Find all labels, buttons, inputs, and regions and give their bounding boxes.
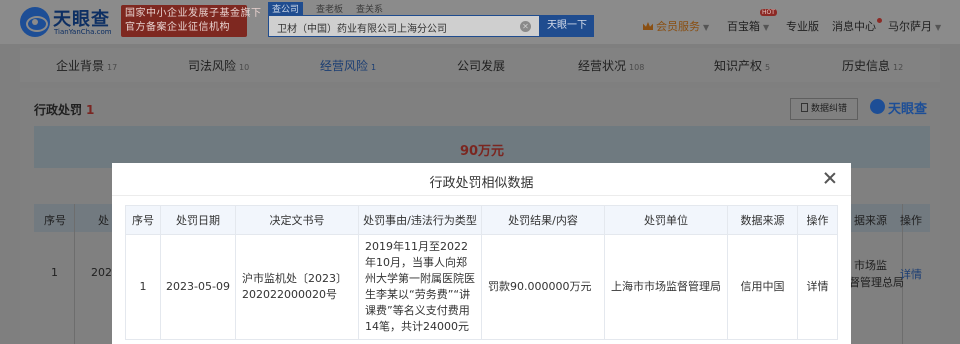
top-header: 天眼查 TianYanCha.com 国家中小企业发展子基金旗下 官方备案企业征… — [0, 0, 960, 44]
column-header: 决定文书号 — [235, 205, 359, 235]
tab-count: 17 — [107, 63, 118, 72]
treasure-label: 百宝箱 — [727, 20, 760, 33]
tab-count: 1 — [371, 63, 377, 72]
tab-intellectual-property[interactable]: 知识产权 5 — [714, 57, 770, 74]
column-header: 处罚结果/内容 — [481, 205, 605, 235]
section-count: 1 — [86, 103, 95, 117]
column-header: 操作 — [797, 205, 838, 235]
crown-icon — [643, 22, 653, 30]
cell-doc-number: 沪市监机处〔2023〕 202022000020号 — [235, 234, 359, 340]
logo-domain: TianYanCha.com — [54, 28, 112, 36]
tab-label: 经营状况 — [578, 59, 627, 73]
cell-source: 信用中国 — [727, 234, 798, 340]
column-header: 序号 — [125, 205, 161, 235]
user-menu[interactable]: 马尔萨月 ▼ — [888, 18, 941, 34]
cell-unit: 上海市市场监督管理局 — [604, 234, 728, 340]
data-correction-button[interactable]: 数据纠错 — [790, 98, 858, 120]
column-header: 处罚单位 — [604, 205, 728, 235]
company-tab-bar: 企业背景 17 司法风险 10 经营风险 1 公司发展 经营状况 108 知识产权 5 历… — [20, 48, 940, 82]
header-seq: 序号 — [44, 214, 66, 227]
doc-number-line-2: 202022000020号 — [242, 288, 337, 301]
doc-number-line-1: 沪市监机处〔2023〕 — [242, 272, 347, 285]
clear-icon[interactable]: ✕ — [520, 21, 531, 32]
tab-label: 知识产权 — [714, 59, 763, 73]
search-tab-boss[interactable]: 查老板 — [316, 2, 343, 15]
search-tab-company[interactable]: 查公司 — [268, 2, 304, 15]
chevron-down-icon: ▼ — [935, 23, 942, 32]
hot-badge: HOT — [760, 9, 777, 16]
vip-label: 会员服务 — [656, 20, 700, 33]
tab-count: 10 — [239, 63, 250, 72]
similar-data-modal: 行政处罚相似数据 序号 处罚日期 决定文书号 处罚事由/违法行为类型 处罚结果/… — [112, 163, 851, 344]
tab-label: 司法风险 — [188, 59, 237, 73]
table-row: 1 2023-05-09 沪市监机处〔2023〕 202022000020号 2… — [125, 234, 838, 340]
row-unit-line1: 市场监 — [854, 259, 887, 272]
cell-reason: 2019年11月至2022年10月，当事人向郑州大学第一附属医院医生李某以“劳务… — [358, 234, 482, 340]
search-tab-relation[interactable]: 查关系 — [356, 2, 383, 15]
row-unit-line2: 督管理总局 — [849, 276, 904, 289]
search-input-value: 卫材（中国）药业有限公司上海分公司 — [277, 24, 447, 35]
document-icon — [800, 103, 808, 112]
cell-date: 2023-05-09 — [160, 234, 236, 340]
header-source-partial: 据来源 — [854, 214, 887, 227]
tab-count: 12 — [893, 63, 904, 72]
tab-operation-risk[interactable]: 经营风险 1 — [320, 57, 376, 74]
cert-line-2: 官方备案企业征信机构 — [125, 22, 230, 33]
section-title-text: 行政处罚 — [34, 103, 83, 117]
tab-label: 公司发展 — [457, 59, 506, 73]
treasure-box-menu[interactable]: 百宝箱 ▼ — [727, 18, 769, 34]
search-input[interactable]: 卫材（中国）药业有限公司上海分公司 ✕ — [268, 15, 540, 37]
header-op: 操作 — [900, 214, 922, 227]
close-icon[interactable] — [823, 171, 837, 185]
certification-badge: 国家中小企业发展子基金旗下 官方备案企业征信机构 — [121, 5, 262, 37]
row-detail-link[interactable]: 详情 — [900, 266, 922, 282]
tianyancha-logo-icon[interactable] — [20, 7, 50, 37]
penalty-amount-banner: 90万元 — [34, 126, 930, 168]
modal-title: 行政处罚相似数据 — [429, 176, 534, 191]
column-header: 数据来源 — [727, 205, 798, 235]
user-name: 马尔萨月 — [888, 20, 932, 33]
row-seq: 1 — [51, 266, 58, 279]
brand-watermark: 天眼查 — [888, 102, 928, 117]
data-correction-label: 数据纠错 — [810, 104, 847, 114]
chevron-down-icon: ▼ — [763, 23, 770, 32]
header-date-partial: 处 — [98, 214, 109, 227]
column-header: 处罚日期 — [160, 205, 236, 235]
tab-label: 历史信息 — [842, 59, 891, 73]
tab-history-info[interactable]: 历史信息 12 — [842, 57, 903, 74]
cert-line-1: 国家中小企业发展子基金旗下 — [125, 8, 262, 19]
table-header-row: 序号 处罚日期 决定文书号 处罚事由/违法行为类型 处罚结果/内容 处罚单位 数… — [125, 205, 838, 235]
vip-service-menu[interactable]: 会员服务 ▼ — [643, 18, 709, 34]
tianyancha-logo-icon — [870, 99, 885, 114]
notification-dot — [877, 18, 882, 23]
cell-seq: 1 — [125, 234, 161, 340]
tab-count: 108 — [629, 63, 645, 72]
column-divider — [74, 204, 75, 344]
column-header: 处罚事由/违法行为类型 — [358, 205, 482, 235]
section-title: 行政处罚 1 — [34, 101, 94, 118]
cell-result: 罚款90.000000万元 — [481, 234, 605, 340]
search-button[interactable]: 天眼一下 — [540, 15, 594, 37]
tab-judicial-risk[interactable]: 司法风险 10 — [188, 57, 249, 74]
detail-link[interactable]: 详情 — [797, 234, 838, 340]
tab-business-status[interactable]: 经营状况 108 — [578, 57, 644, 74]
chevron-down-icon: ▼ — [703, 23, 710, 32]
tab-company-development[interactable]: 公司发展 — [457, 57, 508, 74]
tab-count: 5 — [765, 63, 771, 72]
penalty-amount: 90万元 — [459, 144, 505, 159]
tab-label: 经营风险 — [320, 59, 369, 73]
message-center-link[interactable]: 消息中心 — [832, 18, 882, 34]
message-center-label: 消息中心 — [832, 20, 876, 33]
tab-label: 企业背景 — [56, 59, 105, 73]
modal-divider — [112, 195, 851, 196]
pro-version-link[interactable]: 专业版 — [786, 18, 819, 34]
tab-company-background[interactable]: 企业背景 17 — [56, 57, 117, 74]
similar-data-table: 序号 处罚日期 决定文书号 处罚事由/违法行为类型 处罚结果/内容 处罚单位 数… — [125, 205, 838, 340]
